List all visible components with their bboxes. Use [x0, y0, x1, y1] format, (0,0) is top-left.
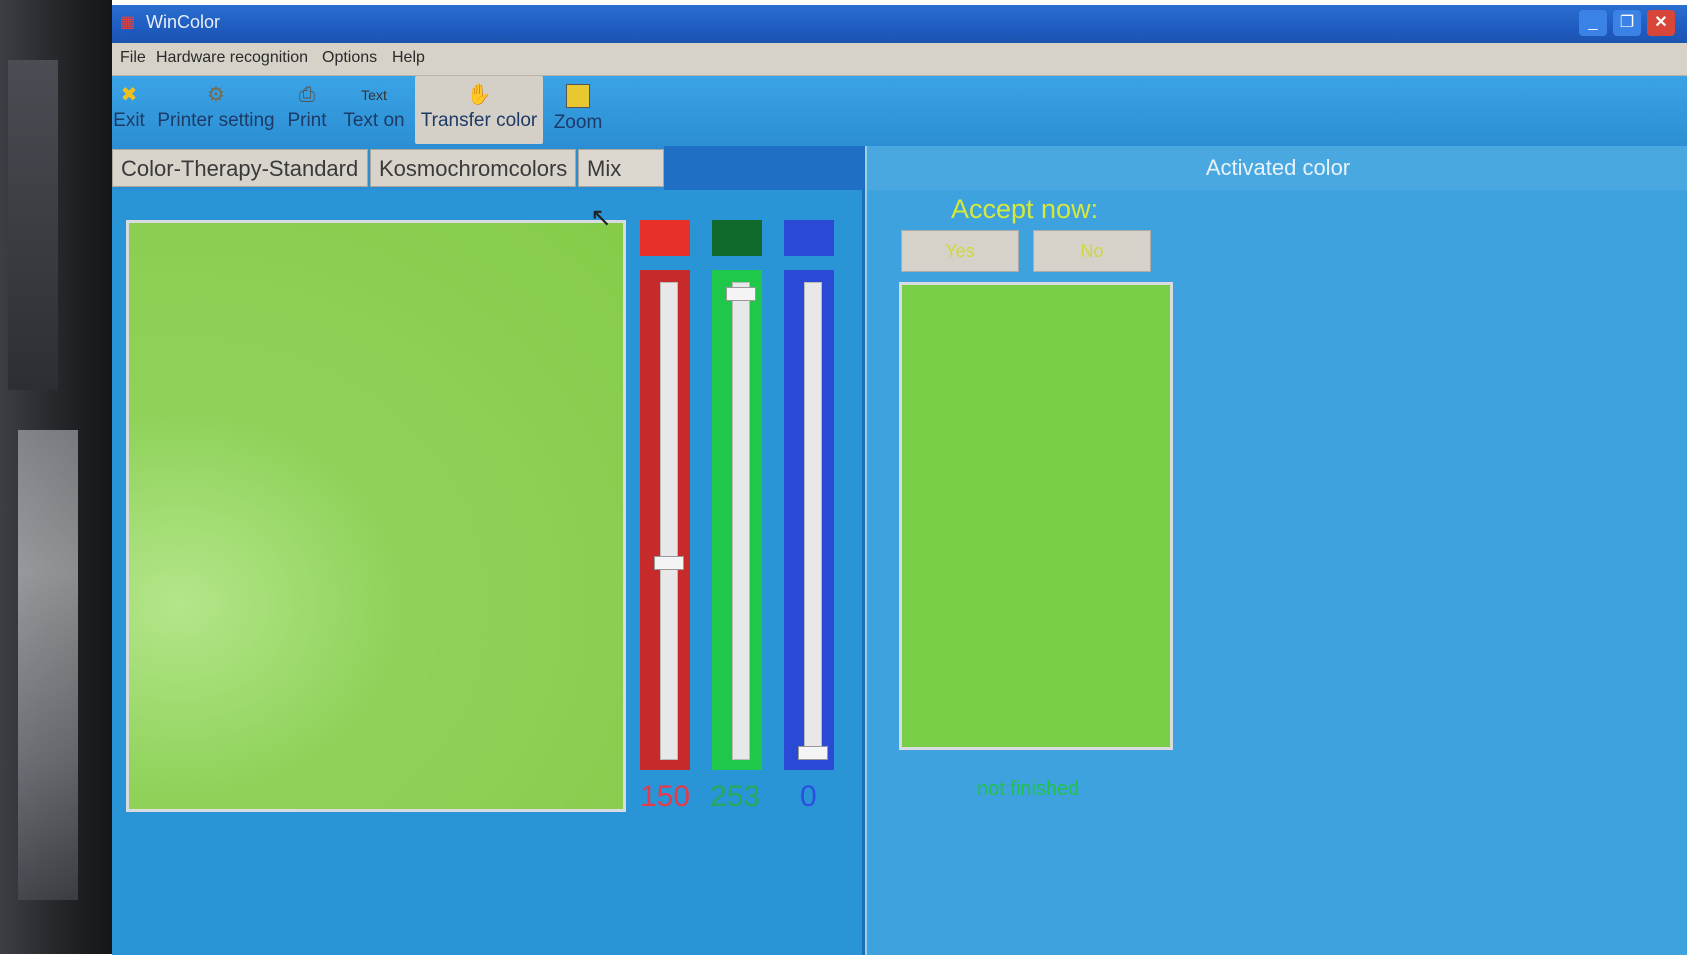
blue-slider-rail: [804, 282, 822, 760]
green-value: 253: [710, 780, 761, 813]
menu-bar: File Hardware recognition Options Help: [112, 43, 1687, 76]
zoom-button[interactable]: Zoom: [550, 76, 606, 144]
print-icon: ⎙: [299, 84, 315, 106]
window-title: WinColor: [146, 12, 221, 32]
exit-label: Exit: [113, 110, 145, 131]
close-button[interactable]: ✕: [1647, 10, 1675, 36]
maximize-button[interactable]: ❐: [1613, 10, 1641, 36]
red-slider-thumb[interactable]: [654, 555, 684, 570]
print-button[interactable]: ⎙ Print: [284, 76, 330, 144]
green-slider-thumb[interactable]: [726, 286, 756, 301]
red-swatch: [640, 220, 690, 256]
green-slider[interactable]: [712, 270, 762, 770]
bezel-glare: [18, 430, 78, 900]
menu-hardware-recognition[interactable]: Hardware recognition: [156, 49, 308, 67]
exit-button[interactable]: ✖ Exit: [112, 76, 146, 144]
tab-kosmochromcolors[interactable]: Kosmochromcolors: [370, 149, 576, 187]
tab-mix[interactable]: Mix: [578, 149, 664, 187]
printer-setting-icon: ⚙: [207, 84, 225, 106]
blue-slider-thumb[interactable]: [798, 746, 828, 760]
activated-color-header: Activated color: [865, 146, 1687, 190]
menu-options[interactable]: Options: [322, 49, 377, 67]
accept-now-label: Accept now:: [951, 194, 1099, 224]
mouse-cursor-icon: ↖: [590, 202, 612, 232]
blue-value: 0: [800, 780, 817, 813]
printer-setting-label: Printer setting: [157, 110, 275, 131]
red-slider-rail: [660, 282, 678, 760]
app-icon: ▦: [120, 14, 136, 31]
transfer-color-label: Transfer color: [420, 110, 538, 131]
monitor-bezel: [0, 0, 112, 954]
bezel-shadow: [8, 60, 58, 390]
green-slider-rail: [732, 282, 750, 760]
printer-setting-button[interactable]: ⚙ Printer setting: [154, 76, 278, 144]
zoom-icon: [566, 84, 590, 108]
menu-help[interactable]: Help: [392, 49, 425, 67]
yes-button[interactable]: Yes: [901, 230, 1019, 272]
blue-slider[interactable]: [784, 270, 834, 770]
menu-file[interactable]: File: [120, 49, 146, 67]
transfer-color-button[interactable]: ✋ Transfer color: [415, 76, 543, 144]
exit-icon: ✖: [120, 84, 138, 106]
app-window: ▦ WinColor _ ❐ ✕ File Hardware recogniti…: [112, 5, 1687, 955]
print-label: Print: [287, 110, 327, 131]
text-icon: Text: [361, 87, 387, 103]
tab-bar-filler: [664, 146, 866, 190]
red-slider[interactable]: [640, 270, 690, 770]
transfer-color-icon: ✋: [466, 84, 492, 106]
tab-color-therapy-standard[interactable]: Color-Therapy-Standard: [112, 149, 368, 187]
blue-swatch: [784, 220, 834, 256]
zoom-label: Zoom: [553, 112, 603, 133]
no-button[interactable]: No: [1033, 230, 1151, 272]
red-value: 150: [640, 780, 691, 813]
activated-color-swatch: [899, 282, 1173, 750]
activated-color-panel: Accept now: Yes No not finished: [865, 190, 1687, 955]
toolbar: ✖ Exit ⚙ Printer setting ⎙ Print Text Te…: [112, 76, 1687, 146]
text-on-button[interactable]: Text Text on: [338, 76, 410, 144]
tab-bar: Color-Therapy-Standard Kosmochromcolors …: [112, 146, 870, 190]
title-bar: ▦ WinColor _ ❐ ✕: [112, 5, 1687, 43]
status-text: not finished: [977, 778, 1080, 800]
mix-panel: 150 253 0 ↖: [112, 190, 865, 955]
mixed-color-preview: [126, 220, 626, 812]
minimize-button[interactable]: _: [1579, 10, 1607, 36]
text-on-label: Text on: [343, 110, 405, 131]
green-swatch: [712, 220, 762, 256]
